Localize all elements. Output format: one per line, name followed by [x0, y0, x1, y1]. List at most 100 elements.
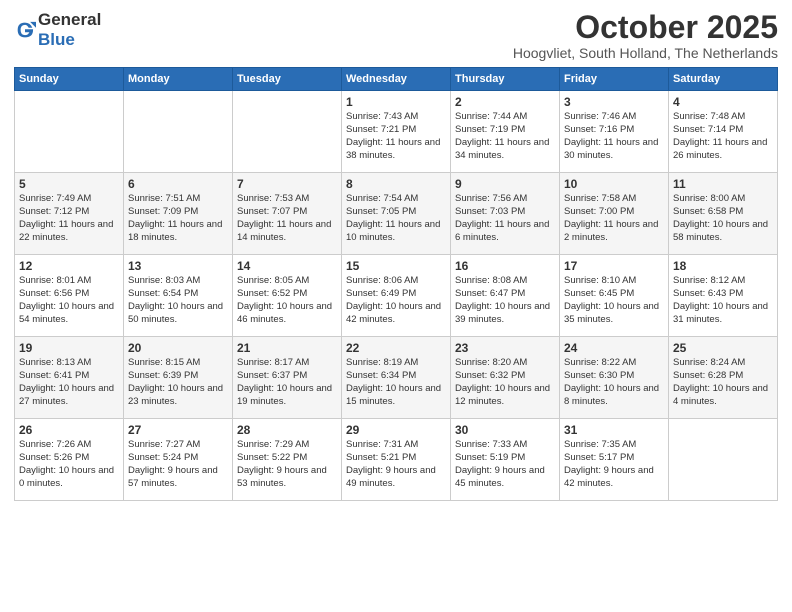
cell-1-4: 9 Sunrise: 7:56 AM Sunset: 7:03 PM Daylig…: [451, 173, 560, 255]
logo-general: General: [38, 10, 101, 29]
cell-0-6: 4 Sunrise: 7:48 AM Sunset: 7:14 PM Daylig…: [669, 91, 778, 173]
cell-1-3: 8 Sunrise: 7:54 AM Sunset: 7:05 PM Daylig…: [342, 173, 451, 255]
day-number-3-2: 21: [237, 341, 337, 355]
week-row-1: 5 Sunrise: 7:49 AM Sunset: 7:12 PM Daylig…: [15, 173, 778, 255]
day-info-4-4: Sunrise: 7:33 AM Sunset: 5:19 PM Dayligh…: [455, 439, 555, 490]
week-row-4: 26 Sunrise: 7:26 AM Sunset: 5:26 PM Dayli…: [15, 419, 778, 501]
week-row-2: 12 Sunrise: 8:01 AM Sunset: 6:56 PM Dayli…: [15, 255, 778, 337]
day-number-1-0: 5: [19, 177, 119, 191]
cell-3-3: 22 Sunrise: 8:19 AM Sunset: 6:34 PM Dayli…: [342, 337, 451, 419]
cell-1-5: 10 Sunrise: 7:58 AM Sunset: 7:00 PM Dayli…: [560, 173, 669, 255]
cell-4-2: 28 Sunrise: 7:29 AM Sunset: 5:22 PM Dayli…: [233, 419, 342, 501]
cell-0-4: 2Sunrise: 7:44 AM Sunset: 7:19 PM Daylig…: [451, 91, 560, 173]
calendar-header-row: Sunday Monday Tuesday Wednesday Thursday…: [15, 68, 778, 91]
day-info-0-3: Sunrise: 7:43 AM Sunset: 7:21 PM Dayligh…: [346, 111, 446, 162]
cell-1-6: 11Sunrise: 8:00 AM Sunset: 6:58 PM Dayli…: [669, 173, 778, 255]
col-sunday: Sunday: [15, 68, 124, 91]
day-info-1-5: Sunrise: 7:58 AM Sunset: 7:00 PM Dayligh…: [564, 193, 664, 244]
cell-2-5: 17Sunrise: 8:10 AM Sunset: 6:45 PM Dayli…: [560, 255, 669, 337]
cell-4-0: 26 Sunrise: 7:26 AM Sunset: 5:26 PM Dayli…: [15, 419, 124, 501]
col-tuesday: Tuesday: [233, 68, 342, 91]
day-number-4-4: 30: [455, 423, 555, 437]
day-info-4-3: Sunrise: 7:31 AM Sunset: 5:21 PM Dayligh…: [346, 439, 446, 490]
day-info-0-4: Sunrise: 7:44 AM Sunset: 7:19 PM Dayligh…: [455, 111, 555, 162]
cell-3-5: 24Sunrise: 8:22 AM Sunset: 6:30 PM Dayli…: [560, 337, 669, 419]
cell-3-4: 23Sunrise: 8:20 AM Sunset: 6:32 PM Dayli…: [451, 337, 560, 419]
cell-1-2: 7 Sunrise: 7:53 AM Sunset: 7:07 PM Daylig…: [233, 173, 342, 255]
day-info-1-0: Sunrise: 7:49 AM Sunset: 7:12 PM Dayligh…: [19, 193, 119, 244]
day-number-0-3: 1: [346, 95, 446, 109]
week-row-0: 1 Sunrise: 7:43 AM Sunset: 7:21 PM Daylig…: [15, 91, 778, 173]
cell-2-2: 14 Sunrise: 8:05 AM Sunset: 6:52 PM Dayli…: [233, 255, 342, 337]
day-info-1-1: Sunrise: 7:51 AM Sunset: 7:09 PM Dayligh…: [128, 193, 228, 244]
day-info-2-0: Sunrise: 8:01 AM Sunset: 6:56 PM Dayligh…: [19, 275, 119, 326]
day-number-3-3: 22: [346, 341, 446, 355]
day-info-4-1: Sunrise: 7:27 AM Sunset: 5:24 PM Dayligh…: [128, 439, 228, 490]
col-monday: Monday: [124, 68, 233, 91]
col-thursday: Thursday: [451, 68, 560, 91]
day-number-1-3: 8: [346, 177, 446, 191]
day-info-3-5: Sunrise: 8:22 AM Sunset: 6:30 PM Dayligh…: [564, 357, 664, 408]
header: General Blue October 2025 Hoogvliet, Sou…: [14, 10, 778, 61]
day-number-1-5: 10: [564, 177, 664, 191]
main-container: General Blue October 2025 Hoogvliet, Sou…: [0, 0, 792, 507]
day-number-4-2: 28: [237, 423, 337, 437]
cell-2-6: 18Sunrise: 8:12 AM Sunset: 6:43 PM Dayli…: [669, 255, 778, 337]
title-block: October 2025 Hoogvliet, South Holland, T…: [513, 10, 778, 61]
day-info-1-3: Sunrise: 7:54 AM Sunset: 7:05 PM Dayligh…: [346, 193, 446, 244]
cell-4-6: [669, 419, 778, 501]
day-info-3-1: Sunrise: 8:15 AM Sunset: 6:39 PM Dayligh…: [128, 357, 228, 408]
day-number-2-4: 16: [455, 259, 555, 273]
day-info-2-6: Sunrise: 8:12 AM Sunset: 6:43 PM Dayligh…: [673, 275, 773, 326]
logo-text: General Blue: [38, 10, 101, 50]
day-number-2-0: 12: [19, 259, 119, 273]
day-number-1-1: 6: [128, 177, 228, 191]
cell-2-1: 13Sunrise: 8:03 AM Sunset: 6:54 PM Dayli…: [124, 255, 233, 337]
day-info-2-4: Sunrise: 8:08 AM Sunset: 6:47 PM Dayligh…: [455, 275, 555, 326]
calendar-table: Sunday Monday Tuesday Wednesday Thursday…: [14, 67, 778, 501]
day-info-2-3: Sunrise: 8:06 AM Sunset: 6:49 PM Dayligh…: [346, 275, 446, 326]
cell-4-3: 29 Sunrise: 7:31 AM Sunset: 5:21 PM Dayli…: [342, 419, 451, 501]
day-number-2-5: 17: [564, 259, 664, 273]
logo-blue: Blue: [38, 30, 75, 49]
day-number-3-1: 20: [128, 341, 228, 355]
day-info-3-3: Sunrise: 8:19 AM Sunset: 6:34 PM Dayligh…: [346, 357, 446, 408]
day-number-4-3: 29: [346, 423, 446, 437]
day-number-1-4: 9: [455, 177, 555, 191]
day-number-3-6: 25: [673, 341, 773, 355]
day-number-2-2: 14: [237, 259, 337, 273]
col-saturday: Saturday: [669, 68, 778, 91]
location-subtitle: Hoogvliet, South Holland, The Netherland…: [513, 45, 778, 61]
day-number-3-0: 19: [19, 341, 119, 355]
cell-4-1: 27Sunrise: 7:27 AM Sunset: 5:24 PM Dayli…: [124, 419, 233, 501]
day-info-4-0: Sunrise: 7:26 AM Sunset: 5:26 PM Dayligh…: [19, 439, 119, 490]
day-number-3-4: 23: [455, 341, 555, 355]
logo-icon: [14, 19, 36, 41]
cell-0-5: 3 Sunrise: 7:46 AM Sunset: 7:16 PM Daylig…: [560, 91, 669, 173]
cell-3-1: 20 Sunrise: 8:15 AM Sunset: 6:39 PM Dayli…: [124, 337, 233, 419]
day-info-1-4: Sunrise: 7:56 AM Sunset: 7:03 PM Dayligh…: [455, 193, 555, 244]
day-number-1-2: 7: [237, 177, 337, 191]
day-info-4-5: Sunrise: 7:35 AM Sunset: 5:17 PM Dayligh…: [564, 439, 664, 490]
day-info-2-2: Sunrise: 8:05 AM Sunset: 6:52 PM Dayligh…: [237, 275, 337, 326]
day-number-0-6: 4: [673, 95, 773, 109]
day-info-0-6: Sunrise: 7:48 AM Sunset: 7:14 PM Dayligh…: [673, 111, 773, 162]
day-info-3-0: Sunrise: 8:13 AM Sunset: 6:41 PM Dayligh…: [19, 357, 119, 408]
cell-3-0: 19 Sunrise: 8:13 AM Sunset: 6:41 PM Dayli…: [15, 337, 124, 419]
day-number-0-5: 3: [564, 95, 664, 109]
col-wednesday: Wednesday: [342, 68, 451, 91]
cell-0-0: [15, 91, 124, 173]
day-number-2-3: 15: [346, 259, 446, 273]
cell-0-3: 1 Sunrise: 7:43 AM Sunset: 7:21 PM Daylig…: [342, 91, 451, 173]
day-number-4-0: 26: [19, 423, 119, 437]
day-info-4-2: Sunrise: 7:29 AM Sunset: 5:22 PM Dayligh…: [237, 439, 337, 490]
day-info-0-5: Sunrise: 7:46 AM Sunset: 7:16 PM Dayligh…: [564, 111, 664, 162]
day-info-1-2: Sunrise: 7:53 AM Sunset: 7:07 PM Dayligh…: [237, 193, 337, 244]
cell-2-0: 12 Sunrise: 8:01 AM Sunset: 6:56 PM Dayli…: [15, 255, 124, 337]
cell-0-2: [233, 91, 342, 173]
cell-4-4: 30 Sunrise: 7:33 AM Sunset: 5:19 PM Dayli…: [451, 419, 560, 501]
day-info-2-1: Sunrise: 8:03 AM Sunset: 6:54 PM Dayligh…: [128, 275, 228, 326]
week-row-3: 19 Sunrise: 8:13 AM Sunset: 6:41 PM Dayli…: [15, 337, 778, 419]
day-info-3-2: Sunrise: 8:17 AM Sunset: 6:37 PM Dayligh…: [237, 357, 337, 408]
cell-3-6: 25Sunrise: 8:24 AM Sunset: 6:28 PM Dayli…: [669, 337, 778, 419]
